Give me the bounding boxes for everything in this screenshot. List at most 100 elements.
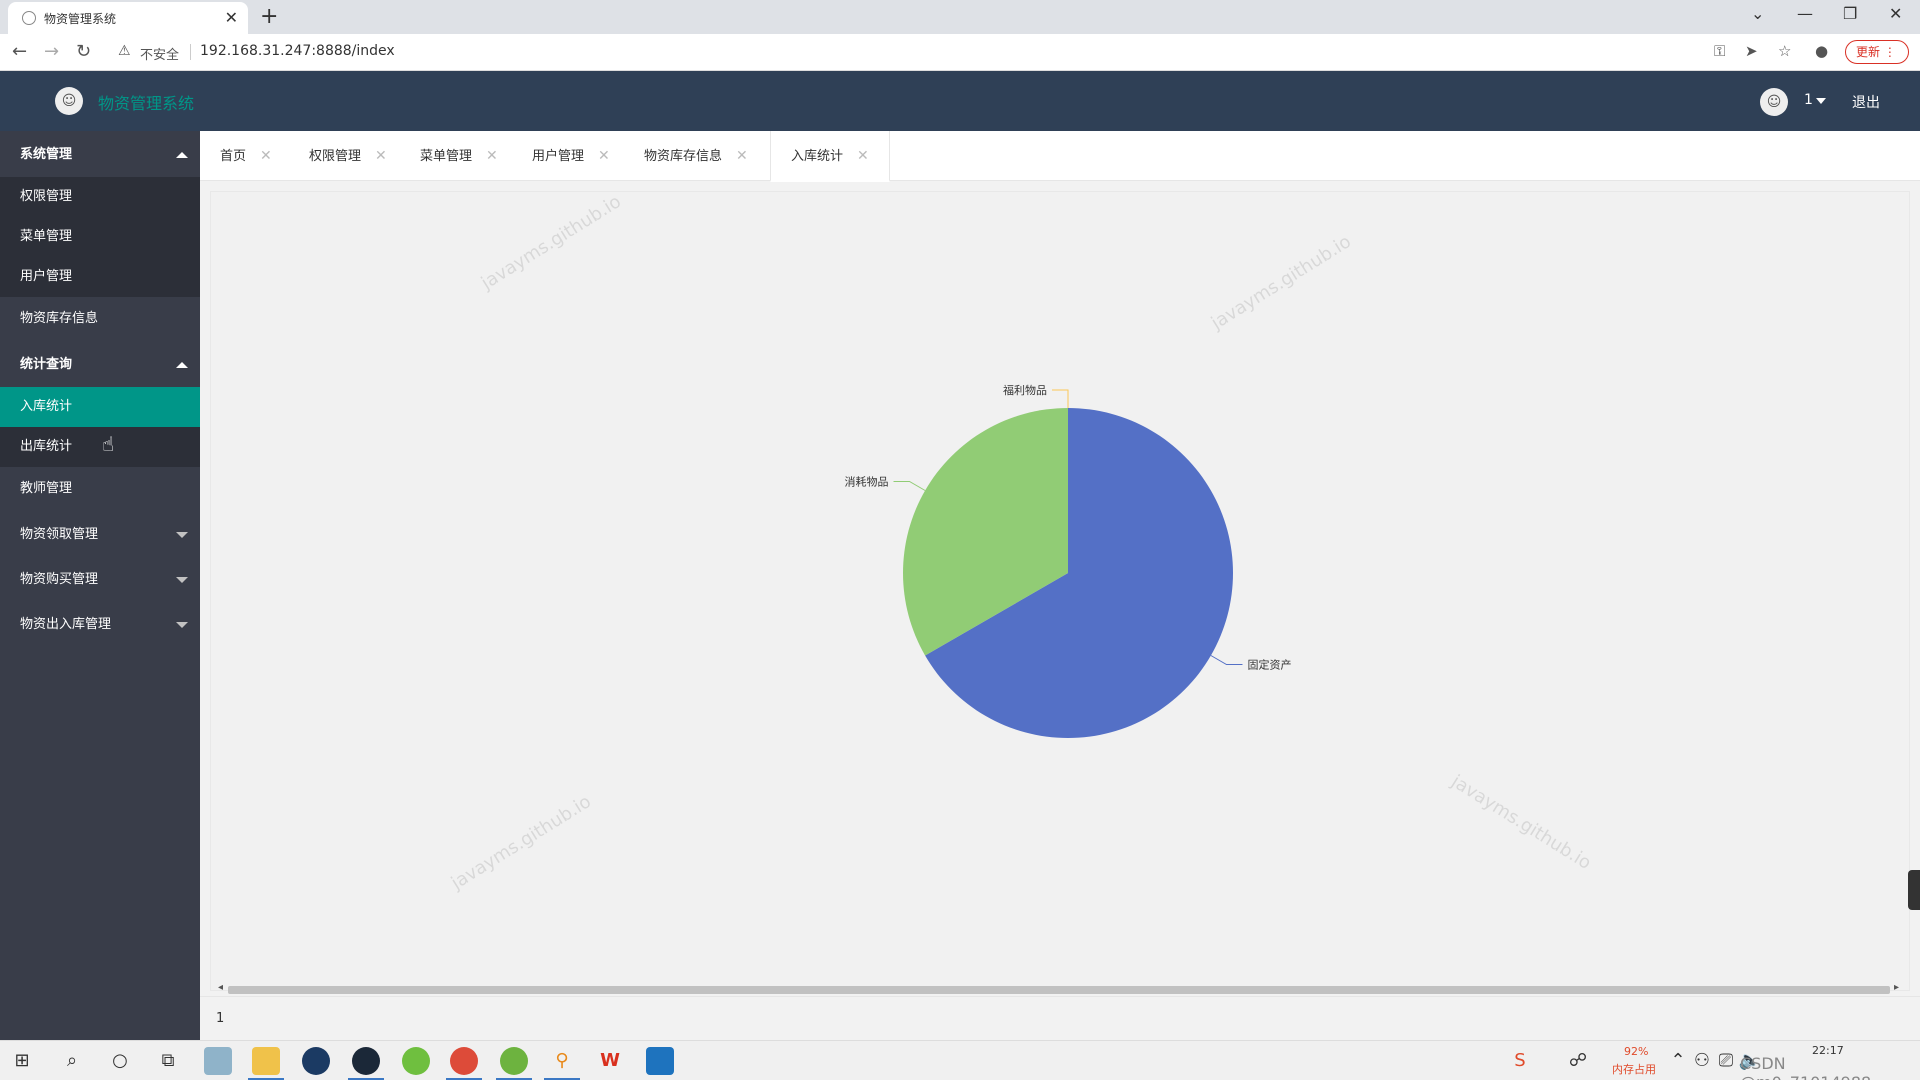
- sidebar-group-system[interactable]: 系统管理: [0, 133, 200, 177]
- taskbar: ⊞ ⌕ ○ ⧉ ⚲ W S ☍ 92% 内存占用 ⌃ ⚇ ⎚ 🔈 22:17 C…: [0, 1040, 1920, 1080]
- sidebar-item-menu[interactable]: 菜单管理: [0, 217, 200, 257]
- star-icon[interactable]: ☆: [1778, 42, 1791, 60]
- search-app-icon[interactable]: ⚲: [548, 1047, 576, 1075]
- tab-label: 首页: [220, 149, 247, 164]
- chevron-down-icon: [176, 622, 188, 628]
- footer: 1: [200, 996, 1920, 1040]
- close-icon[interactable]: ✕: [598, 148, 610, 164]
- side-panel-handle[interactable]: [1908, 870, 1920, 910]
- update-button[interactable]: 更新 ⋮: [1845, 40, 1909, 64]
- sidebar-item-outbound-stats[interactable]: 出库统计: [0, 427, 200, 467]
- chart-panel: javayms.github.io javayms.github.io java…: [210, 191, 1910, 991]
- tab-permission[interactable]: 权限管理 ✕: [289, 131, 387, 181]
- pie-label-line: [893, 481, 926, 491]
- avatar[interactable]: ☺: [1760, 88, 1788, 116]
- tab-inventory[interactable]: 物资库存信息 ✕: [624, 131, 748, 181]
- close-icon[interactable]: ✕: [486, 148, 498, 164]
- maximize-button[interactable]: ❐: [1843, 4, 1857, 23]
- favicon-icon: [22, 11, 36, 25]
- pie-slice-label: 消耗物品: [845, 475, 889, 489]
- wps-icon[interactable]: W: [596, 1047, 624, 1075]
- sidebar-item-inventory[interactable]: 物资库存信息: [0, 297, 200, 341]
- memory-label: 内存占用: [1612, 1063, 1656, 1076]
- scroll-right-icon[interactable]: ▸: [1894, 982, 1899, 993]
- security-label[interactable]: 不安全: [140, 44, 179, 63]
- sidebar-item-label: 统计查询: [20, 357, 73, 372]
- sidebar-item-label: 入库统计: [20, 399, 73, 414]
- app-icon[interactable]: [302, 1047, 330, 1075]
- send-icon[interactable]: ➤: [1745, 42, 1758, 60]
- browser-tab-strip: 物资管理系统 ✕ + ⌄ — ❐ ✕: [0, 0, 1920, 34]
- sidebar-item-label: 教师管理: [20, 481, 73, 496]
- sidebar-item-users[interactable]: 用户管理: [0, 257, 200, 297]
- tab-users[interactable]: 用户管理 ✕: [512, 131, 610, 181]
- csdn-watermark: CSDN @m0_71014988: [1740, 1054, 1871, 1080]
- sidebar-item-label: 物资领取管理: [20, 527, 99, 542]
- search-icon[interactable]: ⌕: [58, 1047, 86, 1075]
- sidebar-item-label: 权限管理: [20, 189, 73, 204]
- file-explorer-icon[interactable]: [252, 1047, 280, 1075]
- reload-icon[interactable]: ↻: [76, 41, 91, 62]
- scrollbar-thumb[interactable]: [228, 986, 1890, 994]
- sidebar-item-label: 出库统计: [20, 439, 73, 454]
- back-icon[interactable]: ←: [12, 41, 27, 62]
- task-view-icon[interactable]: ⧉: [154, 1047, 182, 1075]
- pie-label-line: [1052, 389, 1069, 408]
- app-icon[interactable]: [204, 1047, 232, 1075]
- chevron-down-icon: [176, 532, 188, 538]
- minimize-button[interactable]: —: [1797, 4, 1813, 23]
- sidebar-group-statistics[interactable]: 统计查询: [0, 342, 200, 388]
- address-bar: ← → ↻ ⚠ 不安全 192.168.31.247:8888/index ⚿ …: [0, 34, 1920, 71]
- csdn-tray-icon[interactable]: S: [1506, 1047, 1534, 1075]
- sidebar-group-stock-io[interactable]: 物资出入库管理: [0, 602, 200, 647]
- pie-slice-label: 福利物品: [1003, 383, 1047, 397]
- address-separator: [190, 44, 191, 60]
- app-icon[interactable]: [402, 1047, 430, 1075]
- forward-icon[interactable]: →: [44, 41, 59, 62]
- sidebar-item-teachers[interactable]: 教师管理: [0, 467, 200, 511]
- memory-percent: 92%: [1624, 1045, 1649, 1058]
- chevron-down-icon[interactable]: [1816, 98, 1826, 104]
- new-tab-button[interactable]: +: [260, 4, 278, 29]
- spring-icon[interactable]: [500, 1047, 528, 1075]
- key-icon[interactable]: ⚿: [1714, 42, 1725, 60]
- sidebar-group-purchase[interactable]: 物资购买管理: [0, 557, 200, 602]
- close-tab-icon[interactable]: ✕: [225, 8, 238, 27]
- user-name[interactable]: 1: [1804, 92, 1813, 108]
- close-icon[interactable]: ✕: [857, 148, 869, 164]
- horizontal-scrollbar[interactable]: ◂ ▸: [218, 982, 1900, 996]
- sidebar-group-collect[interactable]: 物资领取管理: [0, 512, 200, 557]
- tab-menu[interactable]: 菜单管理 ✕: [400, 131, 498, 181]
- page-tabs-bar: 首页 ✕ 权限管理 ✕ 菜单管理 ✕ 用户管理 ✕ 物资库存信息 ✕ 入库统计 ✕: [200, 131, 1920, 182]
- tab-search-icon[interactable]: ⌄: [1751, 4, 1764, 23]
- pie-label-line: [1210, 655, 1243, 665]
- scroll-left-icon[interactable]: ◂: [218, 982, 223, 993]
- profile-icon[interactable]: ●: [1815, 42, 1828, 60]
- logout-link[interactable]: 退出: [1852, 92, 1880, 112]
- tab-label: 菜单管理: [420, 149, 473, 164]
- windows-start-icon[interactable]: ⊞: [8, 1047, 36, 1075]
- sidebar: 系统管理 权限管理 菜单管理 用户管理 物资库存信息 统计查询 入库统计 出库统…: [0, 131, 200, 1040]
- warning-icon: ⚠: [118, 43, 131, 59]
- sidebar-item-label: 物资库存信息: [20, 311, 99, 326]
- browser-tab[interactable]: 物资管理系统 ✕: [8, 2, 248, 34]
- cursor-icon: ☝: [102, 432, 115, 456]
- app-icon[interactable]: [646, 1047, 674, 1075]
- people-icon[interactable]: ☍: [1564, 1047, 1592, 1075]
- sidebar-item-inbound-stats[interactable]: 入库统计: [0, 387, 200, 427]
- tab-home[interactable]: 首页 ✕: [200, 131, 272, 181]
- close-icon[interactable]: ✕: [260, 148, 272, 164]
- logo-icon: ☺: [55, 87, 83, 115]
- sidebar-item-label: 物资购买管理: [20, 572, 99, 587]
- footer-text: 1: [216, 1011, 225, 1026]
- close-icon[interactable]: ✕: [375, 148, 387, 164]
- close-window-button[interactable]: ✕: [1889, 4, 1902, 23]
- tab-inbound-stats[interactable]: 入库统计 ✕: [770, 131, 890, 182]
- cortana-icon[interactable]: ○: [106, 1047, 134, 1075]
- chrome-icon[interactable]: [450, 1047, 478, 1075]
- app-header: ☺ 物资管理系统 ☺ 1 退出: [0, 71, 1920, 131]
- sidebar-item-permission[interactable]: 权限管理: [0, 177, 200, 217]
- url-input[interactable]: 192.168.31.247:8888/index: [200, 43, 395, 59]
- steam-icon[interactable]: [352, 1047, 380, 1075]
- close-icon[interactable]: ✕: [736, 148, 748, 164]
